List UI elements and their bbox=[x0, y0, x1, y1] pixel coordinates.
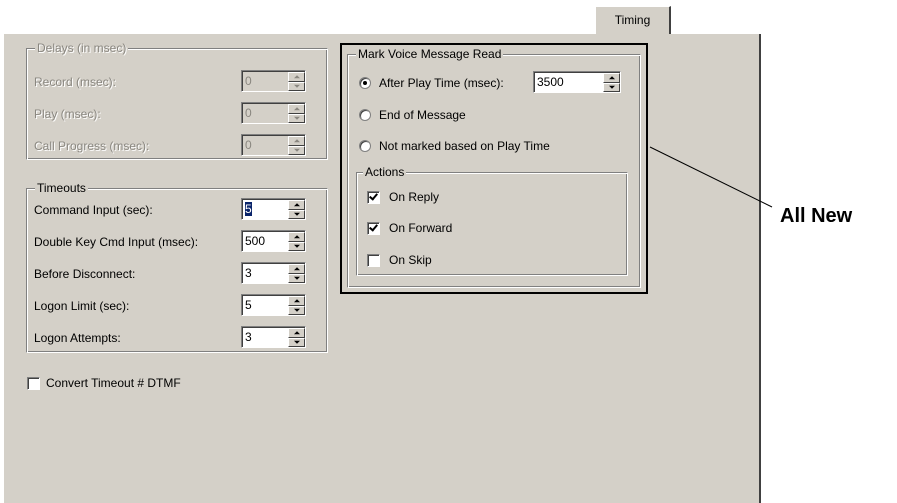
callout-leader-line bbox=[649, 146, 773, 208]
all-new-callout: All New bbox=[780, 205, 853, 227]
tab-timing[interactable]: Timing bbox=[595, 6, 671, 34]
